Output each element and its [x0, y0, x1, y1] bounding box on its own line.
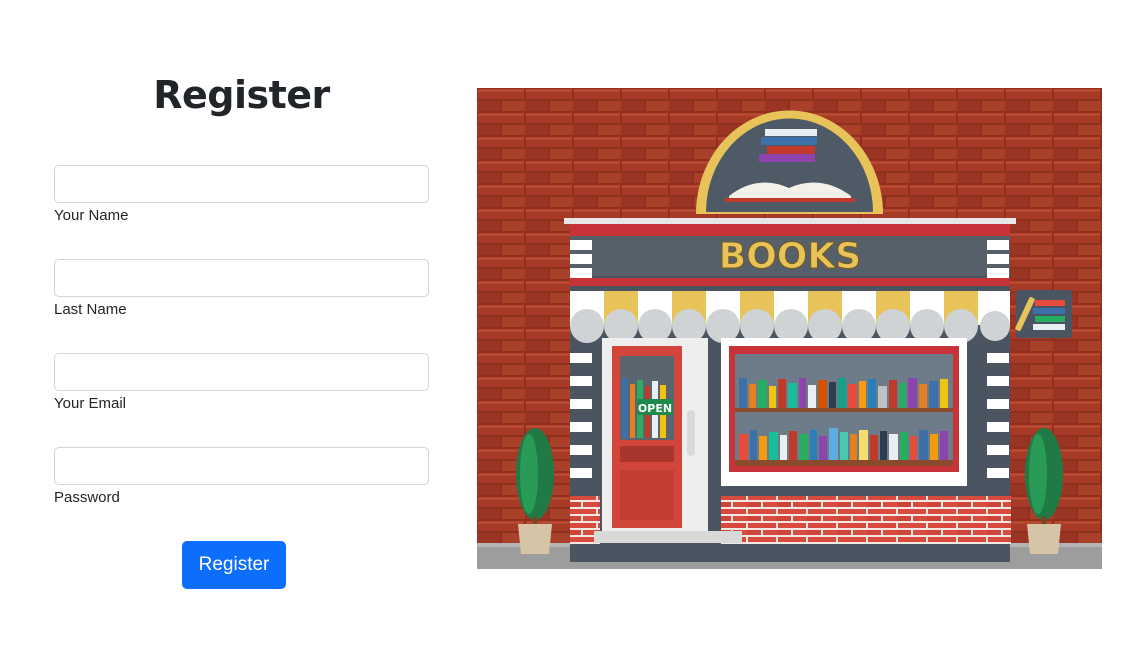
- hanging-book-sign: [1015, 290, 1072, 338]
- password-label: Password: [54, 489, 120, 506]
- password-field-group: Password: [54, 447, 429, 507]
- shop-window: [721, 338, 967, 486]
- email-input[interactable]: [54, 353, 429, 391]
- first-name-label: Your Name: [54, 207, 129, 224]
- email-field-group: Your Email: [54, 353, 429, 413]
- last-name-input[interactable]: [54, 259, 429, 297]
- password-input[interactable]: [54, 447, 429, 485]
- shop-sign-text: BOOKS: [719, 236, 861, 277]
- register-form: Register Your Name Last Name Your Email …: [54, 60, 429, 589]
- last-name-field-group: Last Name: [54, 259, 429, 319]
- left-plant: [516, 428, 554, 554]
- page-title: Register: [153, 73, 330, 117]
- bookstore-illustration: BOOKS OPEN: [477, 88, 1102, 569]
- submit-row: Register: [54, 541, 414, 589]
- first-name-input[interactable]: [54, 165, 429, 203]
- open-sign: OPEN: [638, 402, 672, 415]
- email-label: Your Email: [54, 395, 126, 412]
- last-name-label: Last Name: [54, 301, 127, 318]
- name-field-group: Your Name: [54, 165, 429, 225]
- shop-door: OPEN: [602, 338, 708, 532]
- right-plant: [1025, 428, 1063, 554]
- register-button[interactable]: Register: [181, 541, 287, 589]
